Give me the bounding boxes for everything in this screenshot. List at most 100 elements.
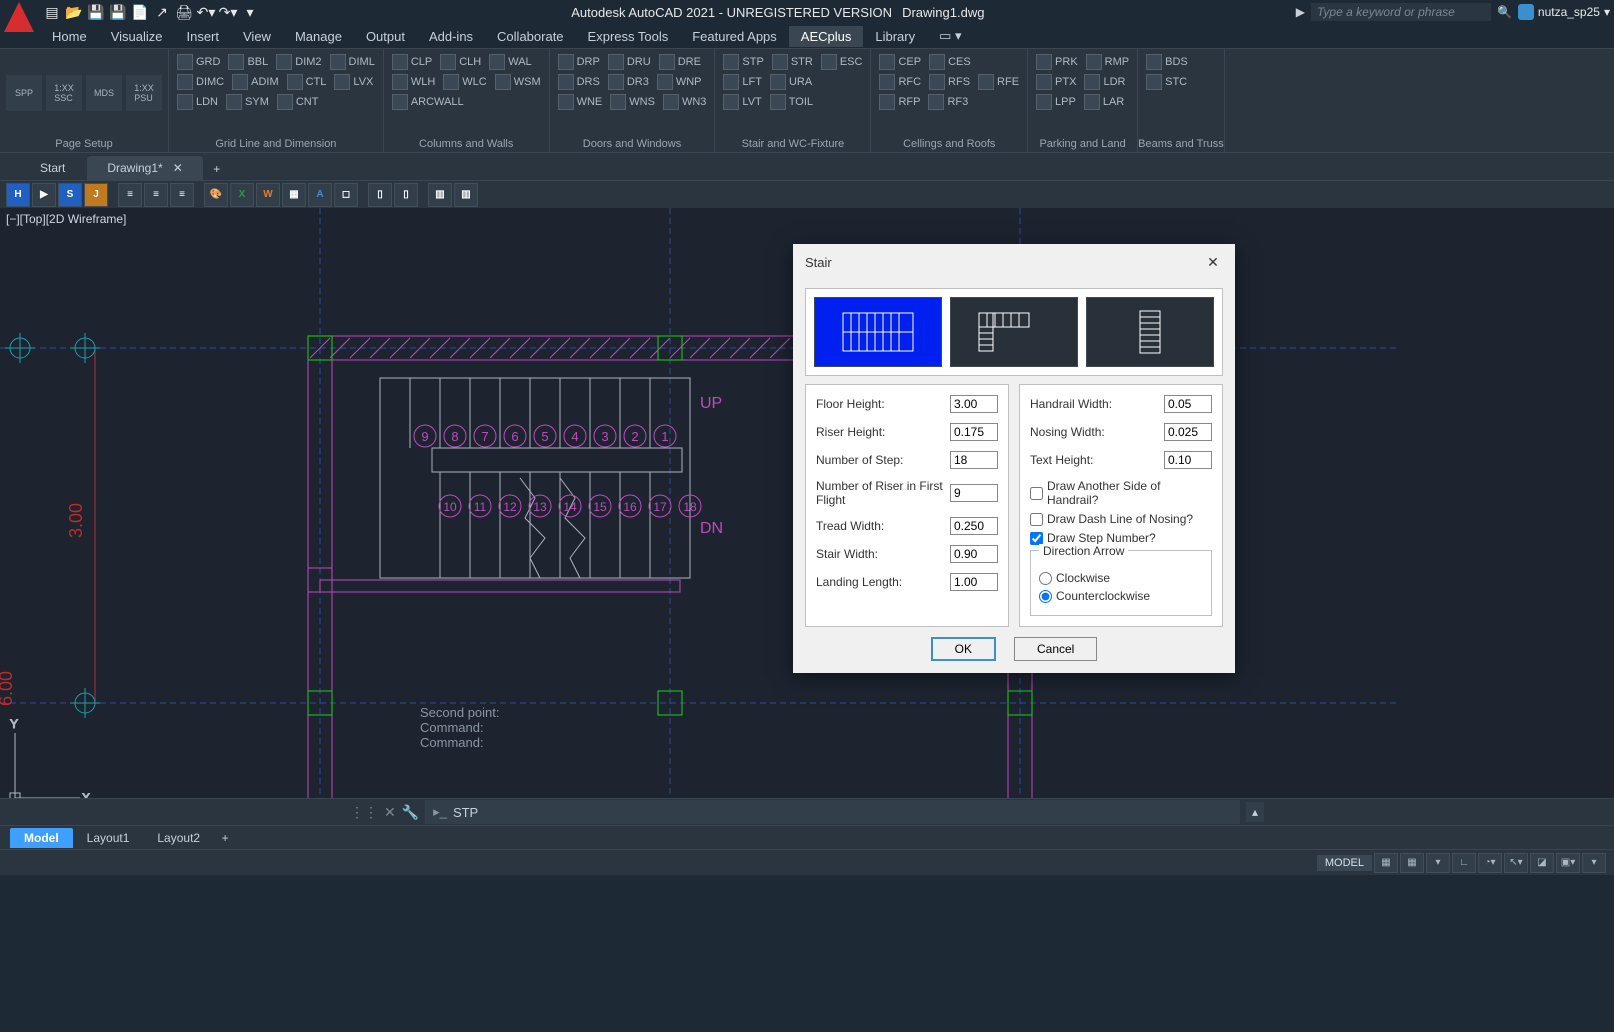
ribbon-btn-str[interactable]: STR <box>770 53 815 71</box>
handrail-width-input[interactable] <box>1164 395 1212 413</box>
ribbon-btn-psu[interactable]: 1:XXPSU <box>126 75 162 111</box>
tool-h[interactable]: H <box>6 183 30 207</box>
layout-tab-model[interactable]: Model <box>10 828 73 848</box>
ribbon-btn-ldr[interactable]: LDR <box>1082 73 1127 91</box>
ribbon-btn-rfe[interactable]: RFE <box>976 73 1021 91</box>
ribbon-btn-rfs[interactable]: RFS <box>927 73 972 91</box>
layout-add-button[interactable]: + <box>214 831 236 845</box>
menu-express-tools[interactable]: Express Tools <box>576 26 681 47</box>
ribbon-btn-clh[interactable]: CLH <box>438 53 483 71</box>
cmd-drag-icon[interactable]: ⋮⋮ <box>350 804 378 821</box>
chk-stepnum[interactable] <box>1030 532 1043 545</box>
ribbon-btn-lpp[interactable]: LPP <box>1034 93 1078 111</box>
qat-save-icon[interactable]: 💾 <box>86 2 106 22</box>
tool-col2[interactable]: ▥ <box>454 183 478 207</box>
chk-dash[interactable] <box>1030 513 1043 526</box>
app-logo[interactable] <box>4 2 34 32</box>
ribbon-btn-ptx[interactable]: PTX <box>1034 73 1078 91</box>
menu-add-ins[interactable]: Add-ins <box>417 26 485 47</box>
sb-angle-icon[interactable]: ∟ <box>1452 853 1476 873</box>
menu-library[interactable]: Library <box>863 26 927 47</box>
ribbon-btn-cep[interactable]: CEP <box>877 53 923 71</box>
stair-width-input[interactable] <box>950 545 998 563</box>
ribbon-btn-lvt[interactable]: LVT <box>721 93 763 111</box>
ribbon-btn-ces[interactable]: CES <box>927 53 973 71</box>
ribbon-btn-bds[interactable]: BDS <box>1144 53 1190 71</box>
ribbon-btn-ura[interactable]: URA <box>768 73 814 91</box>
menu-home[interactable]: Home <box>40 26 99 47</box>
user-dropdown-icon[interactable]: ▾ <box>1604 5 1610 19</box>
tool-play[interactable]: ▶ <box>32 183 56 207</box>
ribbon-btn-wns[interactable]: WNS <box>608 93 657 111</box>
ribbon-btn-rfp[interactable]: RFP <box>877 93 922 111</box>
ribbon-btn-wsm[interactable]: WSM <box>493 73 543 91</box>
cmd-wrench-icon[interactable]: 🔧 <box>402 804 419 821</box>
qat-more-icon[interactable]: ▾ <box>240 2 260 22</box>
floor-height-input[interactable] <box>950 395 998 413</box>
menu-output[interactable]: Output <box>354 26 417 47</box>
num-step-input[interactable] <box>950 451 998 469</box>
close-icon[interactable]: ✕ <box>1203 252 1223 272</box>
tool-excel[interactable]: X <box>230 183 254 207</box>
cmd-expand-icon[interactable]: ▴ <box>1246 802 1264 822</box>
tool-paint[interactable]: 🎨 <box>204 183 228 207</box>
ribbon-btn-rfc[interactable]: RFC <box>877 73 923 91</box>
ribbon-btn-diml[interactable]: DIML <box>328 53 377 71</box>
menu-featured-apps[interactable]: Featured Apps <box>680 26 789 47</box>
ribbon-btn-arcwall[interactable]: ARCWALL <box>390 93 466 111</box>
menu-aecplus[interactable]: AECplus <box>789 26 864 47</box>
ribbon-btn-wlh[interactable]: WLH <box>390 73 437 91</box>
ribbon-btn-dim2[interactable]: DIM2 <box>274 53 323 71</box>
ribbon-btn-rf3[interactable]: RF3 <box>926 93 970 111</box>
sb-snap-icon[interactable]: ◪ <box>1530 853 1554 873</box>
tool-panel2[interactable]: ▯ <box>394 183 418 207</box>
ribbon-btn-lar[interactable]: LAR <box>1082 93 1126 111</box>
tool-lines3[interactable]: ≡ <box>170 183 194 207</box>
qat-undo-icon[interactable]: ↶▾ <box>196 2 216 22</box>
add-tab-button[interactable]: + <box>205 158 229 180</box>
ribbon-btn-lft[interactable]: LFT <box>721 73 764 91</box>
ribbon-btn-toil[interactable]: TOIL <box>768 93 815 111</box>
layout-tab-1[interactable]: Layout1 <box>73 828 144 848</box>
tool-j[interactable]: J <box>84 183 108 207</box>
ribbon-btn-dr3[interactable]: DR3 <box>606 73 651 91</box>
tool-col1[interactable]: ▥ <box>428 183 452 207</box>
radio-cw[interactable] <box>1039 572 1052 585</box>
ok-button[interactable]: OK <box>931 637 996 661</box>
tool-word[interactable]: W <box>256 183 280 207</box>
tread-width-input[interactable] <box>950 517 998 535</box>
riser-height-input[interactable] <box>950 423 998 441</box>
ribbon-btn-esc[interactable]: ESC <box>819 53 865 71</box>
sb-grid2-icon[interactable]: ▦ <box>1400 853 1424 873</box>
qat-print-icon[interactable]: 🖨 <box>174 2 194 22</box>
menu-collaborate[interactable]: Collaborate <box>485 26 576 47</box>
tool-panel1[interactable]: ▯ <box>368 183 392 207</box>
ribbon-btn-wal[interactable]: WAL <box>487 53 533 71</box>
tool-lines1[interactable]: ≡ <box>118 183 142 207</box>
chk-handrail[interactable] <box>1030 487 1043 500</box>
ribbon-btn-lvx[interactable]: LVX <box>332 73 375 91</box>
search-input[interactable]: Type a keyword or phrase <box>1311 3 1491 21</box>
share-arrow-icon[interactable]: ▶ <box>1296 5 1305 19</box>
command-input[interactable]: ▸_ STP <box>425 800 1240 824</box>
ribbon-btn-cnt[interactable]: CNT <box>275 93 321 111</box>
ribbon-btn-sym[interactable]: SYM <box>224 93 271 111</box>
ribbon-btn-wne[interactable]: WNE <box>556 93 605 111</box>
qat-redo-icon[interactable]: ↷▾ <box>218 2 238 22</box>
qat-new-icon[interactable]: ▤ <box>42 2 62 22</box>
ribbon-btn-ctl[interactable]: CTL <box>285 73 329 91</box>
tab-current[interactable]: Drawing1* ✕ <box>87 156 202 180</box>
ribbon-btn-stc[interactable]: STC <box>1144 73 1189 91</box>
sb-drop1-icon[interactable]: ▾ <box>1426 853 1450 873</box>
ribbon-btn-stp[interactable]: STP <box>721 53 765 71</box>
ribbon-btn-wn3[interactable]: WN3 <box>661 93 708 111</box>
num-riser-input[interactable] <box>950 484 998 502</box>
radio-ccw[interactable] <box>1039 590 1052 603</box>
layout-tab-2[interactable]: Layout2 <box>143 828 214 848</box>
tool-a[interactable]: A <box>308 183 332 207</box>
sb-more-icon[interactable]: ▾ <box>1582 853 1606 873</box>
search-icon[interactable]: 🔍 <box>1497 5 1512 19</box>
ribbon-btn-ssc[interactable]: 1:XXSSC <box>46 75 82 111</box>
landing-length-input[interactable] <box>950 573 998 591</box>
ribbon-btn-wnp[interactable]: WNP <box>655 73 704 91</box>
